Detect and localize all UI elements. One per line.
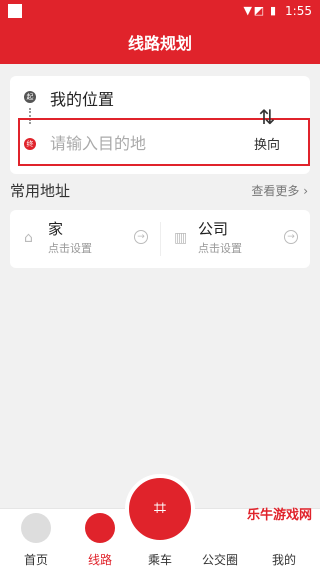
swap-icon: ⇅ bbox=[258, 105, 276, 129]
arrow-right-icon: → bbox=[284, 230, 298, 244]
arrow-right-icon: → bbox=[134, 230, 148, 244]
chevron-right-icon: › bbox=[303, 184, 308, 198]
favorite-sub: 点击设置 bbox=[198, 242, 242, 255]
favorite-sub: 点击设置 bbox=[48, 242, 92, 255]
favorite-home[interactable]: ⌂ 家 点击设置 → bbox=[10, 210, 160, 268]
watermark: 乐牛游戏网 bbox=[246, 508, 312, 523]
destination-input[interactable] bbox=[50, 132, 240, 154]
route-planner-card: 起 我的位置 终 ⇅ 换向 bbox=[10, 76, 310, 174]
status-bar: ▼ ◩ ▮ 1:55 bbox=[0, 0, 320, 24]
app-title: 线路规划 bbox=[0, 24, 320, 64]
scan-ride-button[interactable]: ⌗ bbox=[125, 474, 195, 544]
favorite-name: 家 bbox=[48, 220, 64, 238]
no-sim-icon: ◩ bbox=[253, 4, 264, 17]
qr-code-icon: ⌗ bbox=[153, 496, 167, 521]
home-tab-icon bbox=[21, 513, 51, 543]
tab-routes[interactable]: 线路 bbox=[68, 509, 132, 568]
favorite-name: 公司 bbox=[198, 220, 229, 238]
notification-icon bbox=[8, 4, 22, 18]
wifi-icon: ▼ bbox=[243, 4, 252, 17]
favorite-company[interactable]: ▥ 公司 点击设置 → bbox=[160, 210, 310, 268]
swap-button[interactable]: ⇅ 换向 bbox=[246, 106, 288, 156]
favorites-card: ⌂ 家 点击设置 → ▥ 公司 点击设置 → bbox=[10, 210, 310, 268]
view-more-link[interactable]: 查看更多 › bbox=[251, 182, 308, 199]
swap-label: 换向 bbox=[253, 138, 280, 153]
start-location[interactable]: 我的位置 bbox=[50, 86, 114, 110]
status-time: 1:55 bbox=[285, 4, 312, 18]
start-badge: 起 bbox=[24, 91, 36, 103]
route-tab-icon bbox=[85, 513, 115, 543]
favorites-title: 常用地址 bbox=[10, 182, 71, 200]
building-icon: ▥ bbox=[174, 230, 188, 246]
battery-icon: ▮ bbox=[269, 4, 276, 17]
tab-bus-circle[interactable]: 公交圈 bbox=[188, 509, 252, 568]
home-icon: ⌂ bbox=[24, 230, 33, 246]
tab-home[interactable]: 首页 bbox=[4, 509, 68, 568]
